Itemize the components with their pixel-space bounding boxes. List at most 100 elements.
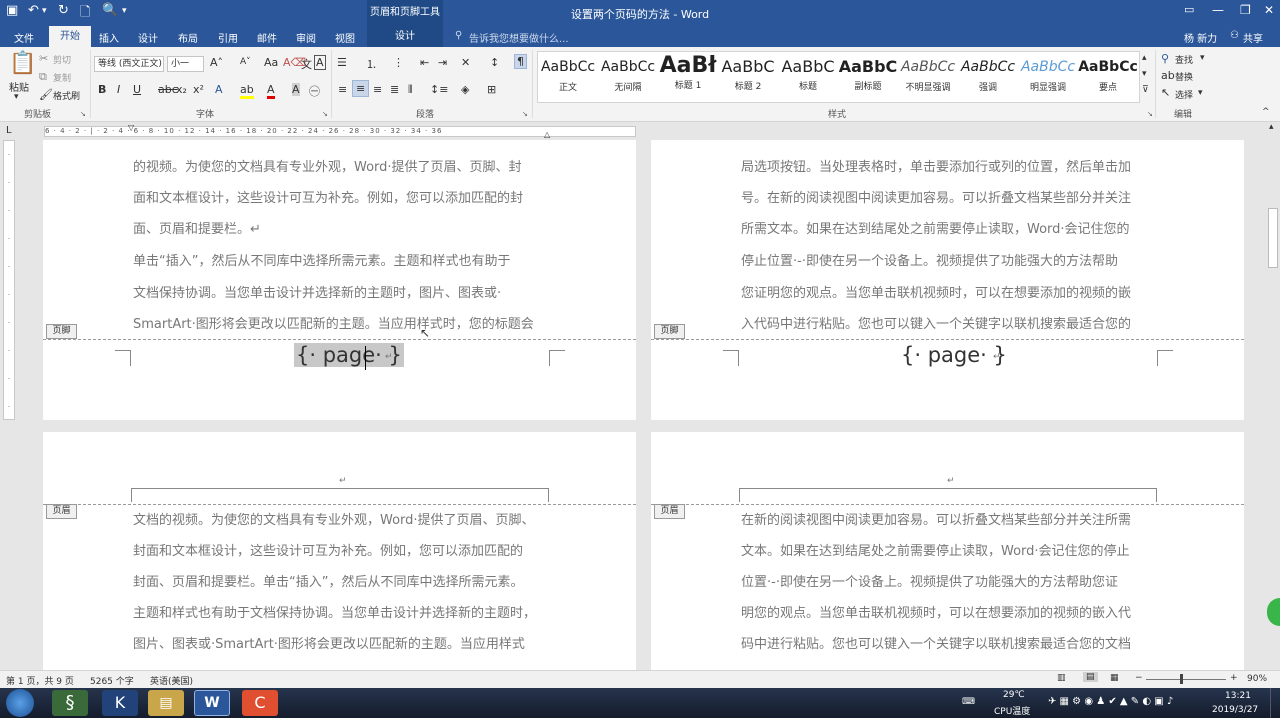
font-color-icon[interactable]: A [267, 83, 275, 99]
vertical-scrollbar[interactable]: ▴ [1266, 122, 1280, 670]
format-painter-icon[interactable]: 🖌 [39, 88, 53, 101]
paste-button[interactable]: 粘贴 [9, 79, 29, 94]
body-text-line[interactable]: 停止位置·-·即使在另一个设备上。视频提供了功能强大的方法帮助 [741, 246, 1118, 277]
select-button[interactable]: 选择 [1175, 88, 1193, 101]
multilevel-list-icon[interactable]: ⋮ [393, 56, 404, 69]
bold-icon[interactable]: B [98, 83, 106, 96]
tab-selector-icon[interactable]: L [6, 125, 12, 136]
scroll-thumb[interactable] [1268, 208, 1278, 268]
style-emphasis[interactable]: AaBbCc 强调 [958, 52, 1018, 102]
find-icon[interactable]: ⚲ [1161, 52, 1169, 65]
body-text-line[interactable]: 面和文本框设计，这些设计可互为补充。例如，您可以添加匹配的封 [133, 183, 523, 214]
grow-font-icon[interactable]: A˄ [210, 56, 223, 69]
body-text-line[interactable]: 在新的阅读视图中阅读更加容易。可以折叠文档某些部分并关注所需 [741, 505, 1131, 536]
body-text-line[interactable]: 文档的视频。为使您的文档具有专业外观，Word·提供了页眉、页脚、 [133, 505, 535, 536]
style-normal[interactable]: AaBbCc 正文 [538, 52, 598, 102]
page-number-field[interactable]: {· page· } [901, 343, 1007, 367]
keyboard-icon[interactable]: ⌨ [962, 697, 975, 707]
clock-date[interactable]: 2019/3/27 [1212, 705, 1258, 715]
zoom-slider[interactable] [1146, 679, 1226, 680]
align-left-icon[interactable]: ≡ [338, 83, 347, 96]
font-launcher-icon[interactable]: ↘ [322, 110, 328, 118]
tab-home[interactable]: 开始 [49, 26, 91, 47]
superscript-icon[interactable]: x² [193, 83, 204, 96]
subscript-icon[interactable]: x₂ [176, 83, 187, 96]
tab-file[interactable]: 文件 [14, 30, 34, 45]
body-text-line[interactable]: 封面和文本框设计，这些设计可互为补充。例如，您可以添加匹配的 [133, 536, 523, 567]
tab-mailings[interactable]: 邮件 [257, 30, 277, 45]
word-taskbar-icon[interactable]: W [194, 690, 230, 716]
show-desktop-button[interactable] [1270, 688, 1280, 718]
restore-button[interactable]: ❐ [1240, 3, 1251, 17]
zoom-in-icon[interactable]: + [1230, 673, 1238, 683]
body-text-line[interactable]: 文档保持协调。当您单击设计并选择新的主题时，图片、图表或· [133, 278, 501, 309]
body-text-line[interactable]: 明您的观点。当您单击联机视频时，可以在想要添加的视频的嵌入代 [741, 598, 1131, 629]
body-text-line[interactable]: 所需文本。如果在达到结尾处之前需要停止读取，Word·会记住您的 [741, 214, 1130, 245]
floating-widget-icon[interactable] [1267, 598, 1280, 626]
tab-design[interactable]: 设计 [138, 30, 158, 45]
minimize-button[interactable]: — [1212, 3, 1224, 17]
body-text-line[interactable]: 面、页眉和提要栏。↵ [133, 214, 261, 245]
clock-time[interactable]: 13:21 [1225, 691, 1251, 701]
zoom-out-icon[interactable]: − [1135, 673, 1143, 683]
body-text-line[interactable]: 图片、图表或·SmartArt·图形将会更改以匹配新的主题。当应用样式 [133, 629, 525, 660]
underline-icon[interactable]: U [133, 83, 141, 96]
italic-icon[interactable]: I [117, 83, 120, 96]
paste-icon[interactable]: 📋 [9, 51, 36, 76]
cut-button[interactable]: 剪切 [53, 53, 71, 66]
share-button[interactable]: 共享 [1243, 30, 1263, 45]
sort-icon[interactable]: ↕ [490, 56, 499, 69]
body-text-line[interactable]: 号。在新的阅读视图中阅读更加容易。可以折叠文档某些部分并关注 [741, 183, 1131, 214]
select-icon[interactable]: ↖ [1161, 86, 1170, 99]
app-kuwo-icon[interactable]: K [102, 690, 138, 716]
styles-launcher-icon[interactable]: ↘ [1147, 110, 1153, 118]
body-text-line[interactable]: 文本。如果在达到结尾处之前需要停止读取，Word·会记住您的停止 [741, 536, 1130, 567]
font-size-combo[interactable]: 小一 [167, 56, 204, 72]
styles-more-icon[interactable]: ⊽ [1142, 85, 1149, 95]
font-name-combo[interactable]: 等线 (西文正文) [94, 56, 164, 72]
styles-scroll-up-icon[interactable]: ▴ [1142, 53, 1147, 63]
close-button[interactable]: ✕ [1264, 3, 1274, 17]
style-title[interactable]: AaBbC 标题 [778, 52, 838, 102]
body-text-line[interactable]: 封面、页眉和提要栏。单击“插入”，然后从不同库中选择所需元素。 [133, 567, 523, 598]
style-no-spacing[interactable]: AaBbCc 无间隔 [598, 52, 658, 102]
select-dropdown-icon[interactable]: ▾ [1198, 88, 1203, 98]
user-name[interactable]: 杨 新力 [1184, 30, 1217, 45]
show-hide-marks-icon[interactable]: ¶ [514, 54, 527, 69]
chinese-layout-icon[interactable]: ✕ [461, 56, 470, 69]
word-count[interactable]: 5265 个字 [90, 674, 134, 687]
vertical-ruler[interactable]: · · · · · · · · · · [3, 140, 15, 420]
find-button[interactable]: 查找 [1175, 53, 1193, 66]
clipboard-launcher-icon[interactable]: ↘ [80, 110, 86, 118]
first-line-indent-marker[interactable]: ▽ [128, 123, 134, 132]
print-layout-icon[interactable]: ▤ [1083, 672, 1098, 682]
body-text-line[interactable]: 局选项按钮。当处理表格时，单击要添加行或列的位置，然后单击加 [741, 152, 1131, 183]
style-intense-emphasis[interactable]: AaBbCc 明显强调 [1018, 52, 1078, 102]
numbering-icon[interactable]: ⒈ [366, 56, 377, 72]
paste-dropdown-icon[interactable]: ▾ [14, 92, 19, 102]
tab-layout[interactable]: 布局 [178, 30, 198, 45]
body-text-line[interactable]: 码中进行粘贴。您也可以键入一个关键字以联机搜索最适合您的文档 [741, 629, 1131, 660]
right-indent-marker[interactable]: △ [544, 130, 550, 139]
copy-icon[interactable]: ⧉ [39, 70, 47, 84]
share-icon[interactable]: ⚇ [1230, 30, 1239, 41]
borders-icon[interactable]: ⊞ [487, 83, 496, 96]
body-text-line[interactable]: 的视频。为使您的文档具有专业外观，Word·提供了页眉、页脚、封 [133, 152, 522, 183]
character-shading-icon[interactable]: A [292, 83, 300, 96]
phonetic-guide-icon[interactable]: 文 [301, 56, 312, 72]
style-heading-2[interactable]: AaBbC 标题 2 [718, 52, 778, 102]
zoom-level[interactable]: 90% [1247, 674, 1267, 684]
line-spacing-icon[interactable]: ↕≡ [430, 83, 448, 96]
camtasia-icon[interactable]: C [242, 690, 278, 716]
paragraph-launcher-icon[interactable]: ↘ [522, 110, 528, 118]
bullets-icon[interactable]: ☰ [337, 56, 347, 69]
styles-scroll-down-icon[interactable]: ▾ [1142, 69, 1147, 79]
file-explorer-icon[interactable]: ▤ [148, 690, 184, 716]
cut-icon[interactable]: ✂ [39, 52, 48, 65]
body-text-line[interactable]: 单击“插入”，然后从不同库中选择所需元素。主题和样式也有助于 [133, 246, 510, 277]
tell-me-search[interactable]: 告诉我您想要做什么... [469, 30, 569, 45]
start-button[interactable] [6, 689, 34, 717]
collapse-ribbon-icon[interactable]: ^ [1262, 107, 1270, 117]
style-subtitle[interactable]: AaBbC 副标题 [838, 52, 898, 102]
ribbon-display-options-icon[interactable]: ▭ [1184, 3, 1194, 16]
